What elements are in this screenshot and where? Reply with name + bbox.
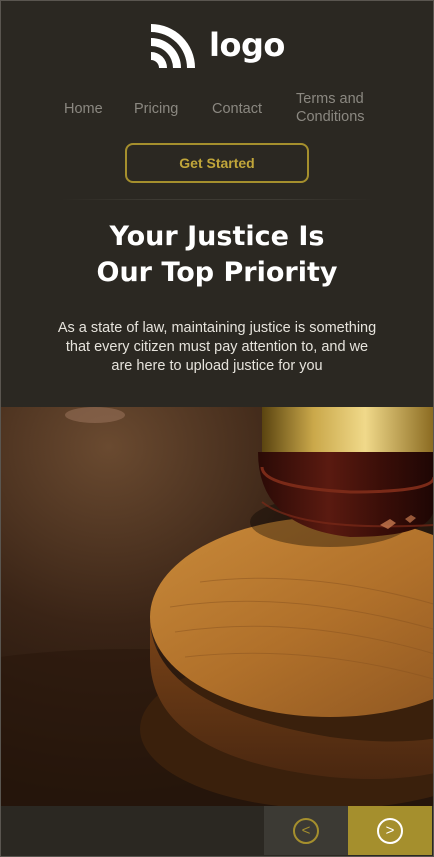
- hero-description: As a state of law, maintaining justice i…: [57, 320, 377, 374]
- hero-headline: Your Justice Is Our Top Priority: [0, 219, 434, 291]
- slider-prev-button[interactable]: <: [264, 806, 348, 855]
- nav-contact-link[interactable]: Contact: [212, 100, 262, 118]
- nav-pricing-link[interactable]: Pricing: [134, 100, 178, 118]
- chevron-right-icon: >: [377, 817, 403, 844]
- logo-text: logo: [209, 26, 285, 64]
- gavel-illustration: [0, 407, 434, 806]
- hero-image-gavel: [0, 407, 434, 806]
- headline-line-1: Your Justice Is: [109, 221, 325, 252]
- site-header: logo Home Pricing Contact Terms and Cond…: [0, 0, 434, 407]
- chevron-left-icon: <: [293, 817, 319, 844]
- slider-next-button[interactable]: >: [348, 806, 432, 855]
- nav-terms-link[interactable]: Terms and Conditions: [296, 90, 386, 126]
- rss-arcs-icon: [151, 24, 195, 68]
- nav-home-link[interactable]: Home: [64, 100, 103, 118]
- headline-line-2: Our Top Priority: [96, 257, 338, 288]
- logo[interactable]: logo: [151, 22, 285, 68]
- main-nav: Home Pricing Contact Terms and Condition…: [0, 88, 434, 128]
- divider: [60, 199, 374, 200]
- get-started-button[interactable]: Get Started: [125, 143, 309, 183]
